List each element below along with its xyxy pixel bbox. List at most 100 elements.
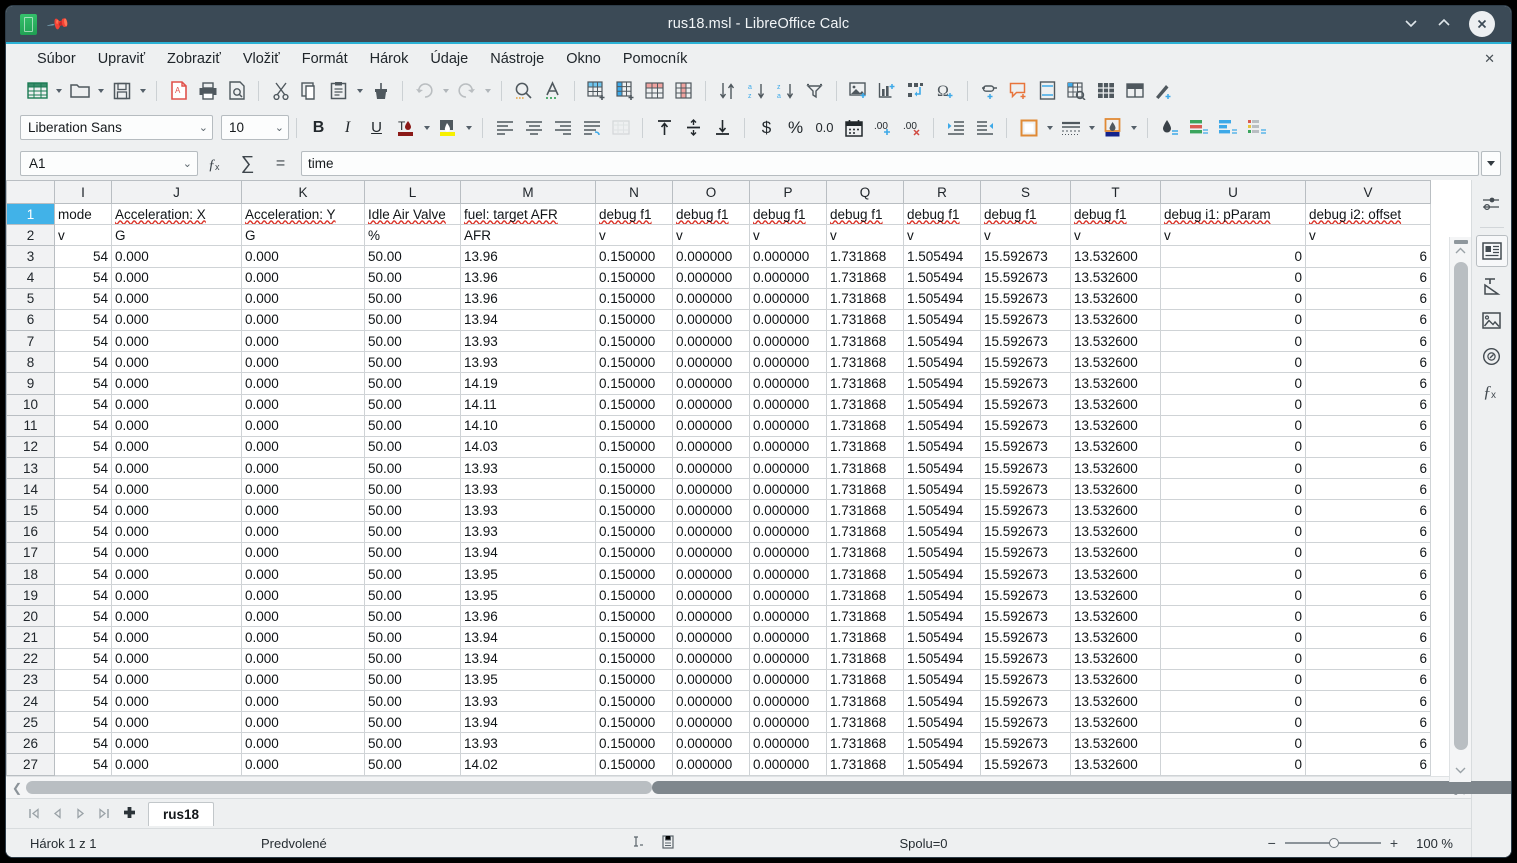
cell-M20[interactable]: 13.96 bbox=[460, 605, 596, 628]
font-color-dropdown[interactable] bbox=[420, 114, 433, 141]
cell-L19[interactable]: 50.00 bbox=[364, 584, 461, 607]
cell-R15[interactable]: 1.505494 bbox=[903, 499, 981, 522]
cell-P11[interactable]: 0.000000 bbox=[749, 414, 827, 437]
cell-O2[interactable]: v bbox=[672, 224, 750, 247]
cell-O3[interactable]: 0.000000 bbox=[672, 245, 750, 268]
cell-U24[interactable]: 0 bbox=[1160, 689, 1306, 713]
cell-J7[interactable]: 0.000 bbox=[111, 330, 242, 353]
cell-K23[interactable]: 0.000 bbox=[241, 668, 365, 691]
paste-dropdown[interactable] bbox=[353, 77, 366, 104]
row-header-16[interactable]: 16 bbox=[6, 520, 55, 543]
cell-S3[interactable]: 15.592673 bbox=[980, 245, 1071, 268]
cell-O7[interactable]: 0.000000 bbox=[672, 330, 750, 353]
cell-Q3[interactable]: 1.731868 bbox=[826, 245, 904, 268]
cell-P9[interactable]: 0.000000 bbox=[749, 372, 827, 395]
row-header-27[interactable]: 27 bbox=[6, 753, 55, 776]
cell-U11[interactable]: 0 bbox=[1160, 414, 1306, 437]
cell-I1[interactable]: mode bbox=[54, 202, 112, 226]
new-document-dropdown[interactable] bbox=[52, 77, 65, 104]
cell-O17[interactable]: 0.000000 bbox=[672, 541, 750, 564]
insert-row-above-icon[interactable] bbox=[582, 77, 611, 104]
icon-set-icon[interactable] bbox=[1242, 114, 1271, 141]
cell-R14[interactable]: 1.505494 bbox=[903, 478, 981, 501]
column-header-S[interactable]: S bbox=[980, 180, 1071, 204]
cell-R23[interactable]: 1.505494 bbox=[903, 668, 981, 691]
add-sheet-button[interactable] bbox=[116, 803, 142, 825]
cell-J6[interactable]: 0.000 bbox=[111, 308, 242, 332]
cell-S8[interactable]: 15.592673 bbox=[980, 351, 1071, 374]
row-header-23[interactable]: 23 bbox=[6, 668, 55, 691]
cell-M24[interactable]: 13.93 bbox=[460, 689, 596, 713]
color-scale-icon[interactable] bbox=[1184, 114, 1213, 141]
sheet-tab-rus18[interactable]: rus18 bbox=[148, 801, 215, 826]
font-size-combo[interactable]: 10 ⌄ bbox=[221, 115, 289, 140]
cell-P3[interactable]: 0.000000 bbox=[749, 245, 827, 268]
cell-N9[interactable]: 0.150000 bbox=[595, 372, 673, 395]
cell-N20[interactable]: 0.150000 bbox=[595, 605, 673, 628]
cell-O1[interactable]: debug f1 bbox=[672, 202, 750, 226]
delete-decimal-place-icon[interactable]: .00 bbox=[897, 114, 926, 141]
cell-U19[interactable]: 0 bbox=[1160, 584, 1306, 607]
cell-R12[interactable]: 1.505494 bbox=[903, 435, 981, 459]
cell-L17[interactable]: 50.00 bbox=[364, 541, 461, 564]
menu-nastroje[interactable]: Nástroje bbox=[479, 48, 555, 70]
cell-P2[interactable]: v bbox=[749, 224, 827, 247]
row-header-3[interactable]: 3 bbox=[6, 245, 55, 268]
cell-U16[interactable]: 0 bbox=[1160, 520, 1306, 543]
cell-N14[interactable]: 0.150000 bbox=[595, 478, 673, 501]
row-header-8[interactable]: 8 bbox=[6, 351, 55, 374]
cell-L18[interactable]: 50.00 bbox=[364, 562, 461, 586]
cell-K24[interactable]: 0.000 bbox=[241, 689, 365, 713]
cell-O12[interactable]: 0.000000 bbox=[672, 435, 750, 459]
cell-T16[interactable]: 13.532600 bbox=[1070, 520, 1161, 543]
font-color-button[interactable]: T bbox=[391, 114, 420, 141]
cell-S2[interactable]: v bbox=[980, 224, 1071, 247]
cell-Q27[interactable]: 1.731868 bbox=[826, 753, 904, 776]
cell-U21[interactable]: 0 bbox=[1160, 626, 1306, 649]
pin-icon[interactable]: 📌 bbox=[46, 12, 71, 37]
cell-J20[interactable]: 0.000 bbox=[111, 605, 242, 628]
zoom-level-label[interactable]: 100 % bbox=[1407, 836, 1453, 851]
cell-U12[interactable]: 0 bbox=[1160, 435, 1306, 459]
zoom-out-button[interactable]: − bbox=[1268, 835, 1276, 851]
border-style-icon[interactable] bbox=[1056, 114, 1085, 141]
cell-T19[interactable]: 13.532600 bbox=[1070, 584, 1161, 607]
cell-N21[interactable]: 0.150000 bbox=[595, 626, 673, 649]
cell-V14[interactable]: 6 bbox=[1305, 478, 1431, 501]
cell-U5[interactable]: 0 bbox=[1160, 287, 1306, 310]
cell-L25[interactable]: 50.00 bbox=[364, 711, 461, 734]
cell-K7[interactable]: 0.000 bbox=[241, 330, 365, 353]
cell-M17[interactable]: 13.94 bbox=[460, 541, 596, 564]
cell-O18[interactable]: 0.000000 bbox=[672, 562, 750, 586]
open-file-dropdown[interactable] bbox=[94, 77, 107, 104]
cell-J16[interactable]: 0.000 bbox=[111, 520, 242, 543]
cell-L1[interactable]: Idle Air Valve bbox=[364, 202, 461, 226]
row-header-7[interactable]: 7 bbox=[6, 330, 55, 353]
cell-M25[interactable]: 13.94 bbox=[460, 711, 596, 734]
menu-pomocnik[interactable]: Pomocník bbox=[612, 48, 698, 70]
cut-icon[interactable] bbox=[266, 77, 295, 104]
cell-M16[interactable]: 13.93 bbox=[460, 520, 596, 543]
cell-K21[interactable]: 0.000 bbox=[241, 626, 365, 649]
cell-J12[interactable]: 0.000 bbox=[111, 435, 242, 459]
cell-Q8[interactable]: 1.731868 bbox=[826, 351, 904, 374]
cell-J1[interactable]: Acceleration: X bbox=[111, 202, 242, 226]
cell-K2[interactable]: G bbox=[241, 224, 365, 247]
cell-N8[interactable]: 0.150000 bbox=[595, 351, 673, 374]
cell-L14[interactable]: 50.00 bbox=[364, 478, 461, 501]
cell-T2[interactable]: v bbox=[1070, 224, 1161, 247]
cell-T3[interactable]: 13.532600 bbox=[1070, 245, 1161, 268]
format-percent-icon[interactable]: % bbox=[781, 114, 810, 141]
align-bottom-icon[interactable] bbox=[708, 114, 737, 141]
cell-P21[interactable]: 0.000000 bbox=[749, 626, 827, 649]
cell-Q5[interactable]: 1.731868 bbox=[826, 287, 904, 310]
cell-N24[interactable]: 0.150000 bbox=[595, 689, 673, 713]
cell-R19[interactable]: 1.505494 bbox=[903, 584, 981, 607]
cell-J26[interactable]: 0.000 bbox=[111, 732, 242, 755]
cell-J22[interactable]: 0.000 bbox=[111, 647, 242, 670]
cell-Q16[interactable]: 1.731868 bbox=[826, 520, 904, 543]
align-top-icon[interactable] bbox=[650, 114, 679, 141]
cell-O21[interactable]: 0.000000 bbox=[672, 626, 750, 649]
cell-S22[interactable]: 15.592673 bbox=[980, 647, 1071, 670]
split-window-handle[interactable] bbox=[1453, 240, 1468, 244]
